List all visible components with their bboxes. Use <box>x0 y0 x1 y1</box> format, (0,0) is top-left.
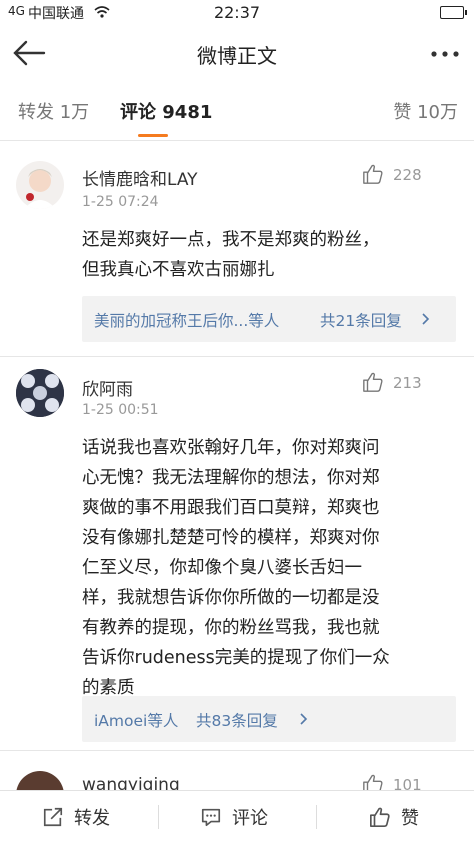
like-count: 213 <box>393 374 422 392</box>
comment-item: 长情鹿晗和LAY 1-25 07:24 228 还是郑爽好一点，我不是郑爽的粉丝… <box>0 141 474 356</box>
page-title: 微博正文 <box>197 44 277 68</box>
comment-item: 欣阿雨 1-25 00:51 213 话说我也喜欢张翰好几年，你对郑爽问 心无愧… <box>0 357 474 750</box>
comment-button[interactable]: 评论 <box>159 791 316 843</box>
comment-author[interactable]: 长情鹿晗和LAY <box>82 165 198 190</box>
reply-count: 共21条回复 <box>320 312 402 330</box>
more-options-icon[interactable] <box>430 50 460 58</box>
active-tab-indicator <box>138 134 168 137</box>
avatar[interactable] <box>16 161 64 209</box>
chevron-right-icon <box>300 713 308 725</box>
like-label: 赞 <box>401 808 419 829</box>
comment-label: 评论 <box>232 808 268 829</box>
share-icon <box>43 807 63 827</box>
tab-like[interactable]: 赞 10万 <box>393 98 458 124</box>
comment-time: 1-25 00:51 <box>82 402 159 418</box>
repost-label: 转发 <box>74 808 110 829</box>
bottom-action-bar: 转发 评论 赞 <box>0 790 474 843</box>
like-count: 228 <box>393 166 422 184</box>
reply-summary[interactable]: 美丽的加冠称王后你...等人 共21条回复 <box>82 296 456 342</box>
comment-item: wangyiqing 101 <box>0 751 474 790</box>
chevron-right-icon <box>422 313 430 325</box>
reply-authors: iAmoei等人 <box>94 712 179 730</box>
comment-icon <box>201 808 221 827</box>
nav-bar: 微博正文 <box>0 24 474 82</box>
reply-authors: 美丽的加冠称王后你...等人 <box>94 312 280 330</box>
comment-time: 1-25 07:24 <box>82 194 159 210</box>
thumbs-up-icon[interactable] <box>362 371 384 393</box>
thumbs-up-icon[interactable] <box>362 163 384 185</box>
tab-comment[interactable]: 评论 9481 <box>120 98 212 124</box>
reply-summary[interactable]: iAmoei等人 共83条回复 <box>82 696 456 742</box>
comment-text: 话说我也喜欢张翰好几年，你对郑爽问 心无愧？我无法理解你的想法，你对郑 爽做的事… <box>82 438 390 698</box>
thumbs-up-icon[interactable] <box>362 773 384 790</box>
status-time: 22:37 <box>213 3 261 22</box>
repost-button[interactable]: 转发 <box>0 791 158 843</box>
tab-bar: 转发 1万 评论 9481 赞 10万 <box>0 82 474 141</box>
battery-icon <box>440 6 467 19</box>
avatar[interactable] <box>16 771 64 790</box>
tab-repost[interactable]: 转发 1万 <box>18 98 89 124</box>
comment-author[interactable]: 欣阿雨 <box>82 375 133 400</box>
like-button[interactable]: 赞 <box>317 791 474 843</box>
thumbs-up-icon <box>370 807 390 827</box>
comment-text: 还是郑爽好一点，我不是郑爽的粉丝， 但我真心不喜欢古丽娜扎 <box>82 230 380 280</box>
like-count: 101 <box>393 776 422 790</box>
avatar[interactable] <box>16 369 64 417</box>
comment-author[interactable]: wangyiqing <box>82 775 180 790</box>
reply-count: 共83条回复 <box>196 712 278 730</box>
status-bar: 4G 中国联通 22:37 <box>0 0 474 24</box>
